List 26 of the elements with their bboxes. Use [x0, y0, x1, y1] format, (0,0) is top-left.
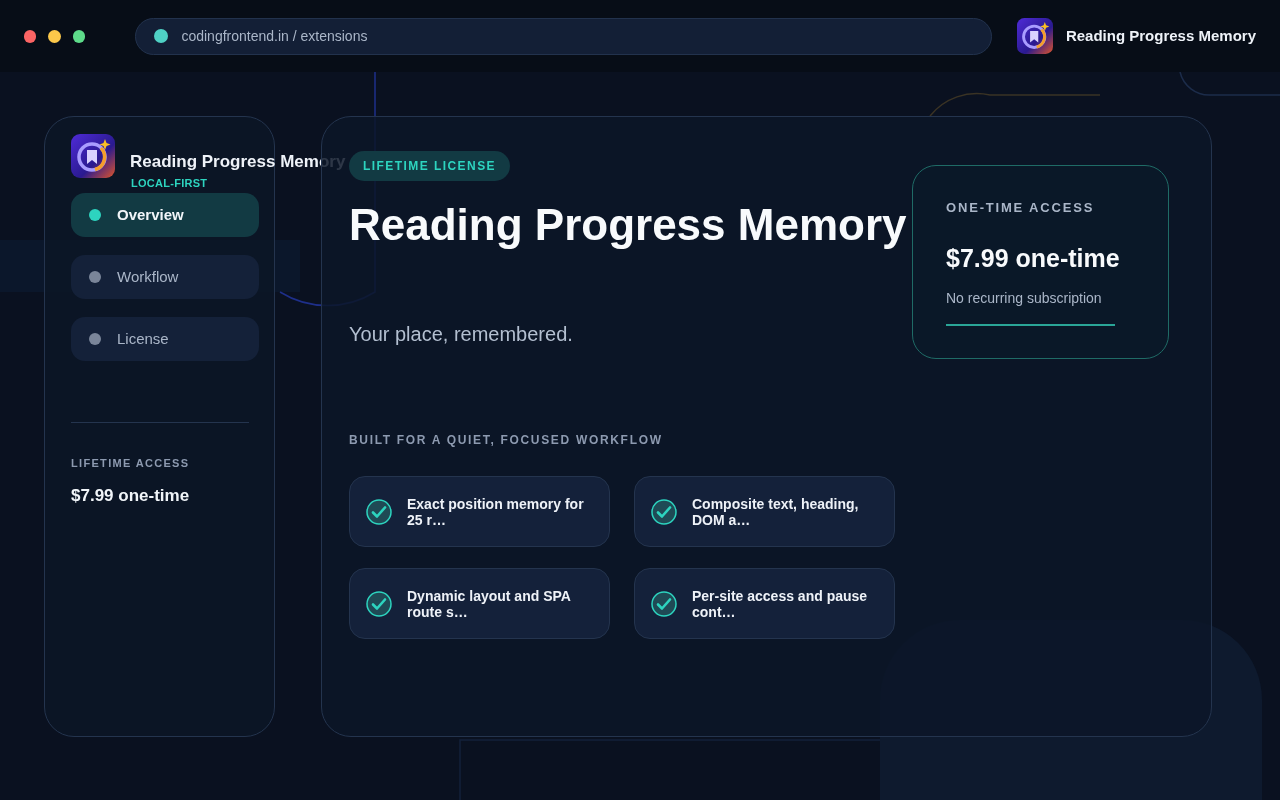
- sidebar-nav-item[interactable]: License: [71, 317, 259, 361]
- feature-text: Dynamic layout and SPA route s…: [407, 587, 572, 620]
- tagline: Your place, remembered.: [349, 322, 574, 348]
- app-logo-icon: [71, 134, 115, 178]
- price-card-label: ONE-TIME ACCESS: [946, 199, 1096, 217]
- sidebar-nav-item[interactable]: Workflow: [71, 255, 259, 299]
- price-card-price: $7.99 one-time: [946, 242, 1121, 274]
- footer-label: LIFETIME ACCESS: [71, 456, 191, 471]
- sidebar-nav-item[interactable]: Overview: [71, 193, 259, 237]
- app-logo-icon: [1016, 18, 1053, 54]
- address-text: codingfrontend.in / extensions: [181, 26, 368, 46]
- footer-price: $7.99 one-time: [71, 484, 191, 507]
- section-label: BUILT FOR A QUIET, FOCUSED WORKFLOW: [349, 432, 664, 450]
- feature-text: Exact position memory for 25 r…: [407, 495, 585, 528]
- extension-title: Reading Progress Memory: [1065, 25, 1256, 46]
- check-circle-icon: [651, 590, 677, 617]
- page-title: Reading Progress Memory: [349, 201, 908, 250]
- feature-text: Per-site access and pause cont…: [692, 587, 869, 620]
- license-badge: LIFETIME LICENSE: [349, 151, 511, 181]
- check-circle-icon: [651, 498, 677, 525]
- feature-text: Composite text, heading, DOM a…: [692, 495, 860, 528]
- address-bar[interactable]: codingfrontend.in / extensions: [135, 17, 992, 55]
- check-circle-icon: [366, 498, 392, 525]
- price-card-note: No recurring subscription: [946, 289, 1103, 308]
- sidebar-subtitle: LOCAL-FIRST: [131, 176, 208, 191]
- check-circle-icon: [366, 590, 392, 617]
